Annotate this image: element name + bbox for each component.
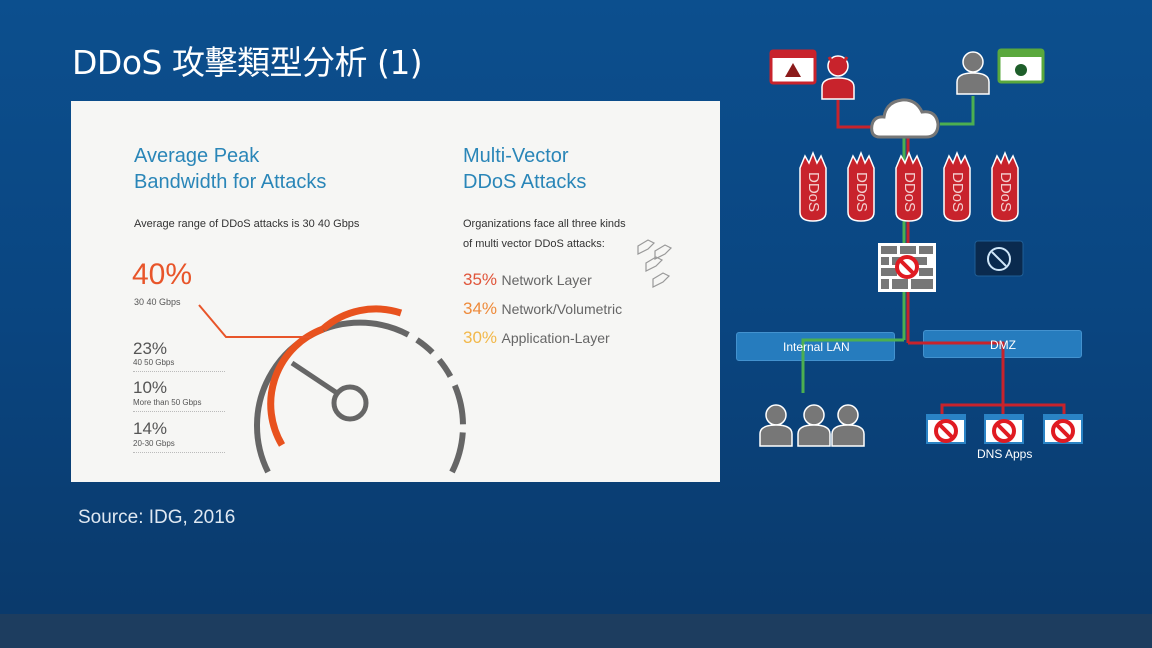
user-body [759, 424, 793, 447]
firewall-icon [878, 243, 936, 292]
dns-apps-label: DNS Apps [977, 447, 1033, 461]
footer-bar [0, 614, 1152, 648]
user-head [803, 404, 825, 426]
ddos-bomb-icon: DDoS [943, 150, 971, 222]
legit-user-icon [956, 51, 990, 95]
cloud-icon [870, 98, 940, 139]
user-body [797, 424, 831, 447]
ddos-bomb-label: DDoS [805, 172, 822, 212]
ddos-bomb-icon: DDoS [799, 150, 827, 222]
ddos-bomb-label: DDoS [901, 172, 918, 212]
user-head [765, 404, 787, 426]
network-diagram: DDoS DDoS DDoS DDoS DDoS [759, 48, 1083, 447]
protection-shield-icon [974, 240, 1024, 277]
dns-app-blocked-icon [1043, 414, 1083, 444]
ddos-bomb-icon: DDoS [895, 150, 923, 222]
internal-users-icon [759, 404, 865, 447]
ddos-bomb-label: DDoS [853, 172, 870, 212]
ddos-bomb-icon: DDoS [991, 150, 1019, 222]
dns-app-blocked-icon [984, 414, 1024, 444]
user-head [837, 404, 859, 426]
dns-app-blocked-icon [926, 414, 966, 444]
user-body [831, 424, 865, 447]
ok-browser-icon [997, 48, 1045, 84]
ddos-bomb-label: DDoS [997, 172, 1014, 212]
warning-browser-icon [769, 49, 817, 85]
attacker-icon [821, 55, 855, 100]
ddos-bomb-icon: DDoS [847, 150, 875, 222]
internal-lan-label: Internal LAN [783, 340, 850, 354]
dmz-label: DMZ [990, 338, 1016, 352]
ddos-bomb-label: DDoS [949, 172, 966, 212]
dns-apps-icons [926, 414, 1083, 444]
